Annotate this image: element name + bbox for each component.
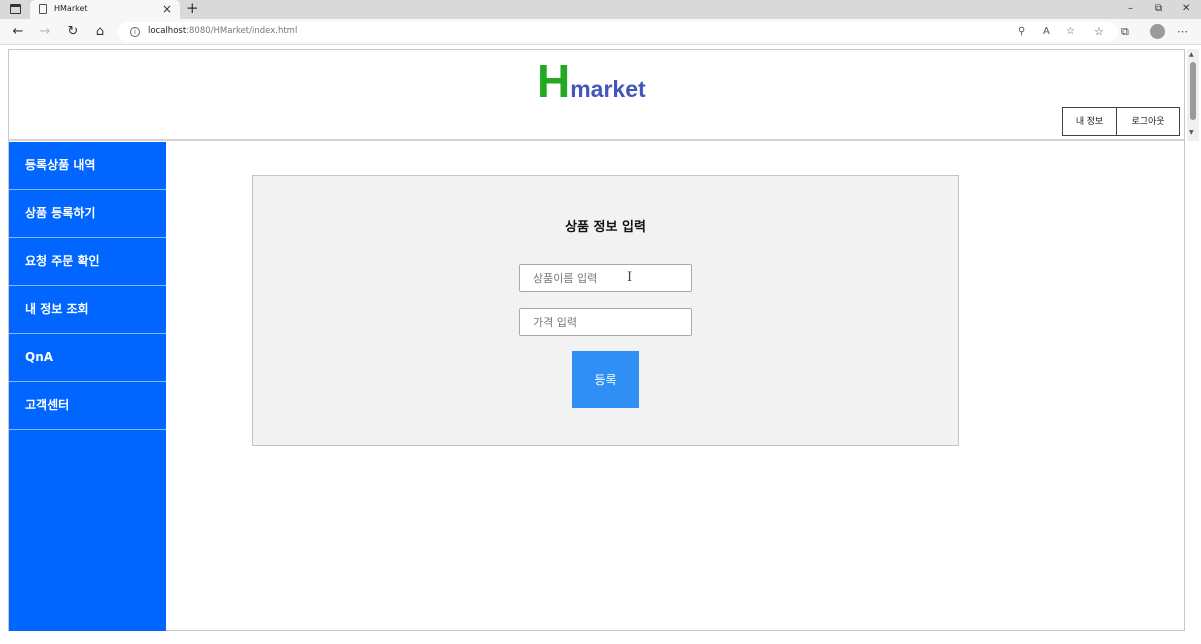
sidebar-item-order-requests[interactable]: 요청 주문 확인 [9,238,166,286]
sidebar: 등록상품 내역 상품 등록하기 요청 주문 확인 내 정보 조회 QnA 고객센… [9,142,166,631]
logo-h: H [537,55,571,107]
url-host: localhost [148,26,187,36]
search-key-icon[interactable]: ⚲ [1018,24,1025,40]
scroll-down-icon[interactable]: ▼ [1189,129,1194,136]
forward-icon[interactable]: → [35,22,55,42]
page-icon [39,4,47,14]
favorites-icon[interactable]: ☆ [1094,22,1104,42]
scroll-thumb[interactable] [1190,62,1196,120]
form-title: 상품 정보 입력 [565,220,646,235]
product-name-input[interactable] [519,264,692,292]
sidebar-item-qna[interactable]: QnA [9,334,166,382]
browser-titlebar: HMarket × + – ⧉ ✕ [0,0,1201,19]
site-header: Hmarket 내 정보 로그아웃 [9,50,1184,141]
back-icon[interactable]: ← [8,22,28,42]
sidebar-item-register-product[interactable]: 상품 등록하기 [9,190,166,238]
add-favorite-icon[interactable]: ☆ [1066,24,1075,40]
restore-button[interactable]: ⧉ [1155,2,1162,16]
browser-tab[interactable]: HMarket × [30,0,180,19]
tab-title: HMarket [54,4,88,13]
refresh-icon[interactable]: ↻ [63,22,83,42]
page-scrollbar[interactable]: ▲ ▼ [1187,49,1199,141]
more-icon[interactable]: ⋯ [1177,22,1188,42]
read-aloud-icon[interactable]: A [1043,24,1050,40]
scroll-up-icon[interactable]: ▲ [1189,51,1194,58]
register-button[interactable]: 등록 [572,351,639,408]
product-form-panel: 상품 정보 입력 I 등록 [252,175,959,446]
hmarket-logo[interactable]: Hmarket [537,58,646,104]
page-frame: Hmarket 내 정보 로그아웃 등록상품 내역 상품 등록하기 요청 주문 … [8,49,1185,631]
profile-icon[interactable] [1150,24,1165,39]
text-cursor-icon: I [627,270,633,285]
my-info-button[interactable]: 내 정보 [1062,107,1117,136]
sidebar-item-my-info[interactable]: 내 정보 조회 [9,286,166,334]
home-icon[interactable]: ⌂ [90,22,110,42]
url-text[interactable]: localhost:8080/HMarket/index.html [148,26,297,36]
url-path: :8080/HMarket/index.html [186,26,298,36]
tab-close-icon[interactable]: × [162,1,172,17]
logout-button[interactable]: 로그아웃 [1116,107,1180,136]
new-tab-button[interactable]: + [186,0,199,17]
logo-market: market [570,76,646,102]
collections-icon[interactable]: ⧉ [1121,22,1129,42]
page-viewport: Hmarket 내 정보 로그아웃 등록상품 내역 상품 등록하기 요청 주문 … [0,46,1201,644]
window-menu-icon[interactable] [10,4,21,14]
price-input[interactable] [519,308,692,336]
info-icon[interactable]: i [130,27,140,37]
minimize-button[interactable]: – [1128,2,1133,16]
sidebar-item-registered-products[interactable]: 등록상품 내역 [9,142,166,190]
close-window-button[interactable]: ✕ [1182,2,1190,16]
address-bar[interactable]: i localhost:8080/HMarket/index.html ⚲ A … [118,22,1118,42]
sidebar-item-customer-center[interactable]: 고객센터 [9,382,166,430]
browser-toolbar: ← → ↻ ⌂ i localhost:8080/HMarket/index.h… [0,19,1201,45]
